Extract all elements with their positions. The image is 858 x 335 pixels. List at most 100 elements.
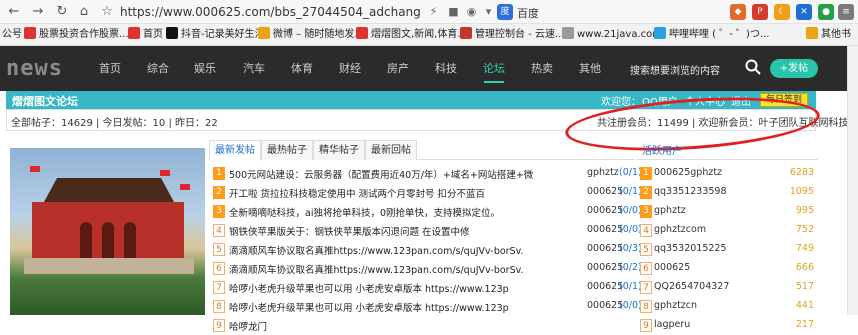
post-title-link[interactable]: 钢铁侠苹果版关于：钢铁侠苹果版本闪退问题 在设置中修 xyxy=(229,224,584,238)
list-item[interactable]: 5 qq3532015225 749 xyxy=(636,241,818,259)
post-title-link[interactable]: 哈啰小老虎升级苹果也可以用 小老虎安卓版本 https://www.123p xyxy=(229,300,584,314)
table-row[interactable]: 3 全新嘀嘀哒科技，ai独将抢单科技，0刚抢单快，支持模拟定位。 000625 (0/… xyxy=(209,203,642,221)
table-row[interactable]: 2 开工啦 货拉拉科技稳定使用中 测试两个月零封号 扣分不蓝百 000625 (0/1… xyxy=(209,184,642,202)
nav-item-active[interactable]: 论坛 xyxy=(472,46,516,91)
rank-number: 1 xyxy=(640,167,652,180)
tab-active-users[interactable]: 活跃用户 xyxy=(642,142,682,157)
post-author[interactable]: 000625 xyxy=(587,224,623,235)
list-item[interactable]: 4 gphztzcom 752 xyxy=(636,222,818,240)
post-title-link[interactable]: 500元网站建设：云服务器（配置费用近40万/年）+域名+网站搭建+微 xyxy=(229,167,584,181)
nav-item[interactable]: 汽车 xyxy=(232,46,276,91)
tab-featured-posts[interactable]: 精华帖子 xyxy=(313,140,365,160)
nav-item[interactable]: 体育 xyxy=(280,46,324,91)
post-title-link[interactable]: 全新嘀嘀哒科技，ai独将抢单科技，0刚抢单快，支持模拟定位。 xyxy=(229,205,584,219)
lock-icon[interactable]: ■ xyxy=(446,4,461,19)
search-icon[interactable] xyxy=(745,59,761,75)
forward-icon[interactable]: → xyxy=(30,4,46,20)
bookmark-item[interactable]: 熠熠图文,新闻,体育... xyxy=(356,27,467,43)
flash-icon[interactable]: ⚡ xyxy=(426,4,441,19)
post-author[interactable]: gphztz xyxy=(587,167,619,178)
post-title-link[interactable]: 滴滴顺风车协议取名真推https://www.123pan.com/s/quJV… xyxy=(229,243,584,257)
reload-icon[interactable]: ↻ xyxy=(54,4,70,20)
table-row[interactable]: 4 钢铁侠苹果版关于：钢铁侠苹果版本闪退问题 在设置中修 000625 (0/0) xyxy=(209,222,642,240)
nav-item[interactable]: 娱乐 xyxy=(183,46,227,91)
row-number: 2 xyxy=(213,186,225,199)
list-item[interactable]: 8 gphztzcn 441 xyxy=(636,298,818,316)
bookmark-item[interactable]: 首页 xyxy=(128,27,163,43)
post-author[interactable]: 000625 xyxy=(587,262,623,273)
compatibility-icon[interactable]: ◉ xyxy=(464,4,479,19)
search-engine-label[interactable]: 百度 xyxy=(517,5,539,21)
user-name-link[interactable]: lagperu xyxy=(654,319,690,330)
user-name-link[interactable]: QQ2654704327 xyxy=(654,281,729,292)
post-author[interactable]: 000625 xyxy=(587,300,623,311)
table-row[interactable]: 6 滴滴顺风车协议取名真推https://www.123pan.com/s/quJ… xyxy=(209,260,642,278)
tab-hot-posts[interactable]: 最热帖子 xyxy=(261,140,313,160)
post-title-link[interactable]: 哈啰龙门 xyxy=(229,319,584,333)
post-author[interactable]: 000625 xyxy=(587,205,623,216)
nav-item[interactable]: 其他 xyxy=(568,46,612,91)
user-name-link[interactable]: 000625 xyxy=(654,262,690,273)
translate-icon[interactable]: ● xyxy=(818,4,834,20)
user-name-link[interactable]: qq3351233598 xyxy=(654,186,727,197)
tools-icon[interactable]: ✕ xyxy=(796,4,812,20)
new-post-button[interactable]: +发帖 xyxy=(770,59,818,78)
tab-latest-replies[interactable]: 最新回帖 xyxy=(365,140,417,160)
bookmark-item[interactable]: 公号 xyxy=(2,27,22,43)
bookmark-favicon xyxy=(128,27,140,39)
bookmark-star-icon[interactable]: ☆ xyxy=(99,4,115,20)
post-title-link[interactable]: 滴滴顺风车协议取名真推https://www.123pan.com/s/quJV… xyxy=(229,262,584,276)
baidu-search-icon[interactable]: 度 xyxy=(497,4,513,20)
site-search-input[interactable]: 搜索想要浏览的内容 xyxy=(630,62,720,77)
address-bar[interactable]: https://www.000625.com/bbs_27044504_adch… xyxy=(120,3,420,21)
nav-item[interactable]: 综合 xyxy=(136,46,180,91)
nav-item[interactable]: 科技 xyxy=(424,46,468,91)
extension-icon[interactable]: ◆ xyxy=(730,4,746,20)
night-mode-icon[interactable]: ☾ xyxy=(774,4,790,20)
home-icon[interactable]: ⌂ xyxy=(76,4,92,20)
bookmark-folder[interactable]: 其他书 xyxy=(806,27,851,43)
site-logo[interactable]: news xyxy=(6,56,63,81)
nav-item[interactable]: 财经 xyxy=(328,46,372,91)
table-row[interactable]: 9 哈啰龙门 xyxy=(209,317,635,335)
featured-image[interactable] xyxy=(10,148,205,315)
post-title-link[interactable]: 哈啰小老虎升级苹果也可以用 小老虎安卓版本 https://www.123p xyxy=(229,281,584,295)
table-row[interactable]: 1 500元网站建设：云服务器（配置费用近40万/年）+域名+网站搭建+微 gphz… xyxy=(209,165,642,183)
user-name-link[interactable]: qq3532015225 xyxy=(654,243,727,254)
board-title: 熠熠图文论坛 xyxy=(12,95,78,108)
table-row[interactable]: 7 哈啰小老虎升级苹果也可以用 小老虎安卓版本 https://www.123p 0… xyxy=(209,279,642,297)
scrollbar[interactable] xyxy=(847,46,858,315)
post-author[interactable]: 000625 xyxy=(587,186,623,197)
pdf-icon[interactable]: P xyxy=(752,4,768,20)
list-item[interactable]: 9 lagperu 217 xyxy=(636,317,818,335)
list-item[interactable]: 7 QQ2654704327 517 xyxy=(636,279,818,297)
table-row[interactable]: 8 哈啰小老虎升级苹果也可以用 小老虎安卓版本 https://www.123p 0… xyxy=(209,298,642,316)
user-name-link[interactable]: gphztzcn xyxy=(654,300,697,311)
user-name-link[interactable]: gphztz xyxy=(654,205,686,216)
nav-item[interactable]: 房产 xyxy=(376,46,420,91)
tab-latest-posts[interactable]: 最新发帖 xyxy=(209,140,261,161)
table-row[interactable]: 5 滴滴顺风车协议取名真推https://www.123pan.com/s/quJ… xyxy=(209,241,642,259)
user-name-link[interactable]: gphztzcom xyxy=(654,224,706,235)
nav-item[interactable]: 热卖 xyxy=(520,46,564,91)
list-item[interactable]: 6 000625 666 xyxy=(636,260,818,278)
bookmark-item[interactable]: 股票投资合作股票... xyxy=(24,27,129,43)
bookmark-item[interactable]: 管理控制台 - 云速... xyxy=(460,27,565,43)
bookmark-item[interactable]: 微博 – 随时随地发... xyxy=(258,27,364,43)
post-author[interactable]: 000625 xyxy=(587,281,623,292)
nav-item[interactable]: 首页 xyxy=(88,46,132,91)
user-name-link[interactable]: 000625gphztz xyxy=(654,167,722,178)
user-score: 217 xyxy=(795,319,814,330)
list-item[interactable]: 1 000625gphztz 6283 xyxy=(636,165,818,183)
bookmark-item[interactable]: 抖音-记录美好生活 xyxy=(166,27,265,43)
post-author[interactable]: 000625 xyxy=(587,243,623,254)
dropdown-icon[interactable]: ▾ xyxy=(481,4,496,19)
list-item[interactable]: 3 gphztz 995 xyxy=(636,203,818,221)
bookmark-item[interactable]: www.21java.com xyxy=(562,27,662,43)
menu-icon[interactable]: ≡ xyxy=(838,4,854,20)
back-icon[interactable]: ← xyxy=(6,4,22,20)
list-item[interactable]: 2 qq3351233598 1095 xyxy=(636,184,818,202)
post-title-link[interactable]: 开工啦 货拉拉科技稳定使用中 测试两个月零封号 扣分不蓝百 xyxy=(229,186,584,200)
rank-number: 5 xyxy=(640,243,652,256)
bookmark-item[interactable]: 哔哩哔哩 ( ゜- ゜)つ... xyxy=(654,27,769,43)
